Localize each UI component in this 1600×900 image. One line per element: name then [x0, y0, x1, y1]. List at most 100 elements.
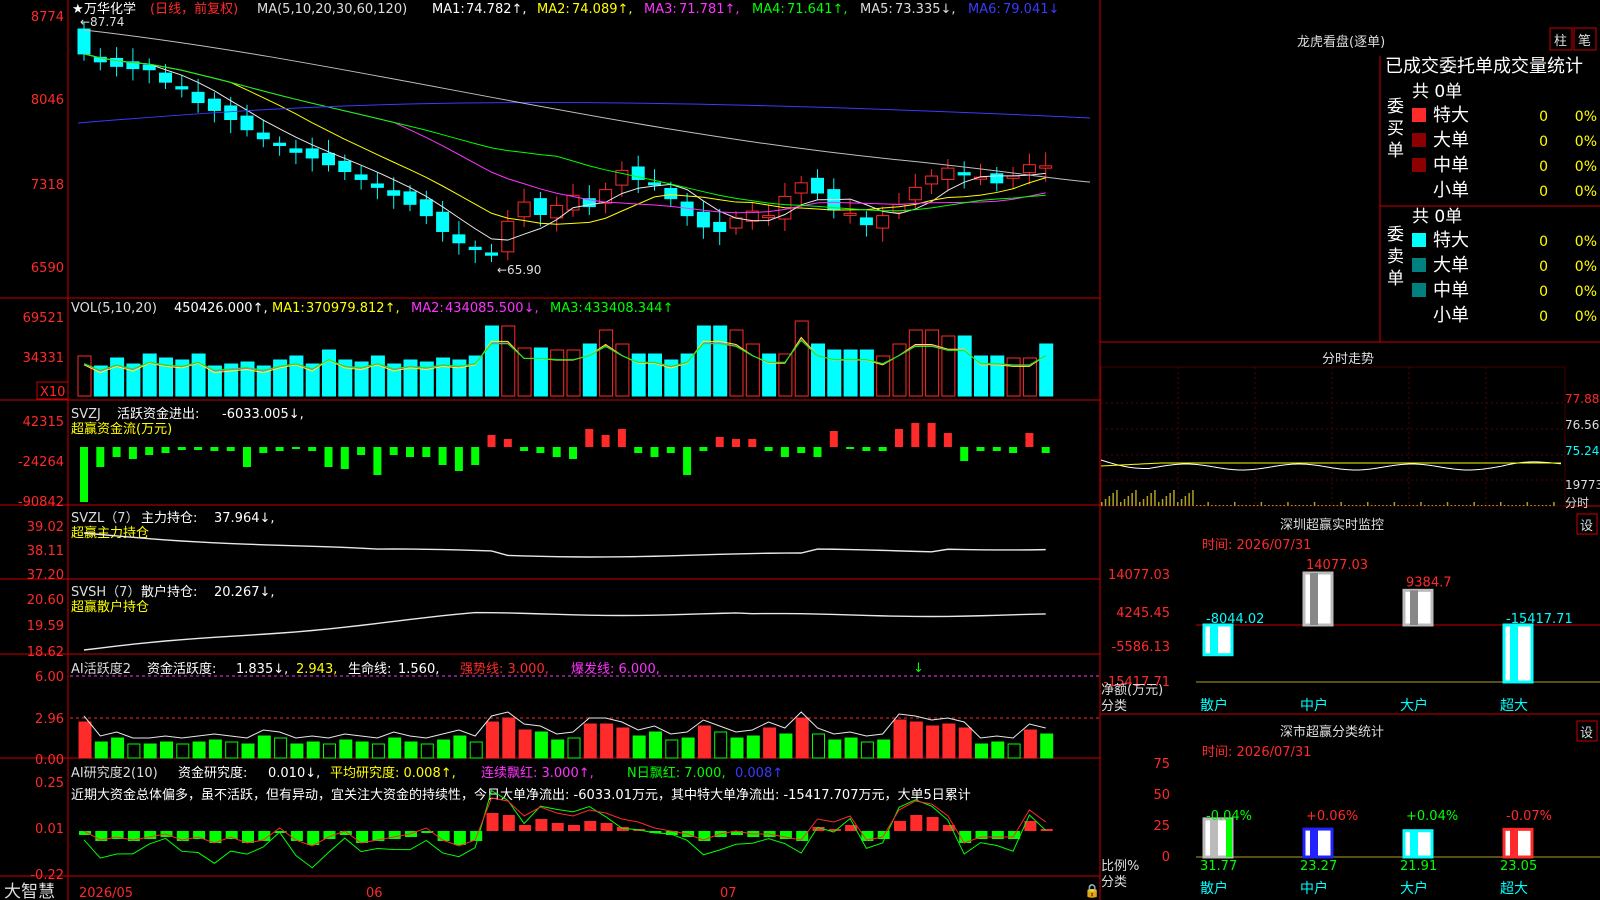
fenshi-vol-bar — [1317, 505, 1320, 506]
fenshi-vol-bar — [1492, 505, 1494, 506]
ma6-label: MA6: — [968, 2, 1001, 17]
volume-bar — [859, 349, 874, 397]
order-size-swatch — [1412, 183, 1426, 197]
class-title: 深市超赢分类统计 — [1280, 724, 1384, 740]
fenshi-vol-bar — [1154, 490, 1156, 506]
activity-bar — [730, 737, 744, 759]
fenshi-vol-bar — [1279, 505, 1282, 506]
monitor-settings-label[interactable]: 设 — [1580, 519, 1593, 534]
order-pct: 0% — [1575, 134, 1597, 150]
order-size-swatch — [1412, 283, 1426, 297]
candle-body — [1039, 165, 1053, 169]
monitor-bar-stripe — [1310, 573, 1318, 625]
ai1-v1: 1.835↓, — [236, 662, 288, 677]
flow-bar — [846, 447, 855, 449]
vol-ma2-value: 434085.500↓, — [445, 301, 539, 316]
candle-body — [811, 177, 824, 194]
ma-line — [83, 53, 1046, 225]
flow-bar — [878, 447, 887, 451]
fenshi-vol-bar — [1294, 505, 1297, 506]
candle-body — [957, 172, 971, 176]
activity-bar — [681, 737, 695, 759]
order-count: 0 — [1539, 159, 1548, 175]
fenshi-vol-bar — [1500, 502, 1502, 506]
flow-bar — [536, 447, 545, 453]
research-bar — [290, 831, 303, 841]
order-pct: 0% — [1575, 184, 1597, 200]
fenshi-vol-bar — [1139, 502, 1141, 506]
ai2-v1: 0.010↓, — [268, 766, 320, 781]
tab-trades-label[interactable]: 笔 — [1578, 33, 1591, 49]
price-line — [1100, 459, 1562, 471]
flow-bar — [911, 423, 920, 447]
activity-bar — [746, 735, 760, 759]
volume-bar — [696, 325, 711, 397]
activity-bar — [844, 737, 858, 759]
activity-bar — [225, 741, 239, 759]
category-label: 散户 — [1200, 880, 1228, 897]
fenshi-vol-bar — [1226, 505, 1228, 506]
fenshi-vol-bar — [1393, 502, 1396, 506]
class-bars: -0.04% 31.77 散户 +0.06% 23.27 中户 +0.04% 21.91 大户 -… — [1196, 809, 1600, 897]
ai1-label: 资金活跃度: — [147, 661, 216, 677]
ai1-title: AI活跃度2 — [71, 661, 131, 677]
side-label-char: 卖 — [1387, 247, 1404, 267]
candle-body — [762, 215, 776, 219]
ai2-avg: 平均研究度: 0.008↑, — [330, 765, 456, 781]
candle-body — [387, 190, 401, 196]
activity-bar — [437, 739, 451, 759]
y-tick-label: 6.00 — [35, 670, 64, 685]
candle-body — [273, 142, 287, 147]
fenshi-vol-bar — [1291, 505, 1293, 506]
fenshi-vol-bar — [1496, 505, 1498, 506]
tab-bar-chart-label[interactable]: 柱 — [1554, 34, 1567, 49]
candle-body — [925, 175, 939, 185]
research-bar — [502, 815, 515, 831]
candle-body — [207, 98, 221, 111]
volume-bar — [191, 353, 206, 397]
order-size-swatch — [1412, 308, 1426, 322]
activity-bar — [616, 727, 630, 759]
activity-bar — [600, 723, 614, 759]
class-settings-label[interactable]: 设 — [1580, 726, 1593, 741]
side-label-char: 委 — [1387, 97, 1404, 117]
activity-bar — [339, 739, 353, 759]
activity-bar — [860, 741, 874, 759]
chart-mode[interactable]: (日线，前复权) — [150, 1, 238, 17]
fenshi-vol-bar — [1249, 505, 1251, 506]
class-ylabel: 比例% — [1101, 859, 1139, 874]
fenshi-vol-bar — [1184, 496, 1187, 506]
candle-body — [305, 148, 319, 159]
order-size-label: 大单 — [1433, 130, 1469, 151]
flow-bar — [471, 447, 480, 465]
flow-bar — [569, 447, 577, 459]
flow-bar — [601, 435, 610, 447]
fenshi-vol-bar — [1161, 499, 1164, 506]
fenshi-vol-bar — [1424, 505, 1426, 506]
ma2-label: MA2: — [537, 2, 570, 17]
fenshi-vol-bar — [1116, 490, 1118, 506]
svsh-title: SVSH（7） — [71, 585, 140, 600]
activity-bar — [486, 721, 499, 759]
fenshi-vol-bar — [1268, 505, 1270, 506]
ma5-label: MA5: — [860, 2, 893, 17]
class-bar-stripe — [1310, 829, 1318, 857]
candle-body — [322, 152, 335, 166]
date-label: 2026/05 — [79, 886, 133, 900]
fenshi-vol-bar — [1188, 493, 1190, 506]
candle-body — [648, 182, 661, 186]
order-count: 0 — [1539, 109, 1548, 125]
flow-bar — [373, 447, 382, 475]
monitor-bar-stripe — [1510, 625, 1518, 682]
candle-body — [696, 211, 710, 228]
activity-bar — [290, 743, 304, 759]
monitor-title: 深圳超赢实时监控 — [1280, 517, 1384, 533]
fenshi-vol-bar — [1211, 505, 1213, 506]
fenshi-vol-bar — [1313, 502, 1316, 506]
fenshi-vol-bar — [1332, 505, 1335, 506]
volume-bar — [533, 347, 548, 397]
order-size-label: 特大 — [1433, 230, 1469, 251]
activity-bar — [160, 741, 173, 759]
y-tick-label: 37.20 — [27, 568, 64, 583]
lock-icon[interactable]: 🔒 — [1084, 884, 1100, 899]
